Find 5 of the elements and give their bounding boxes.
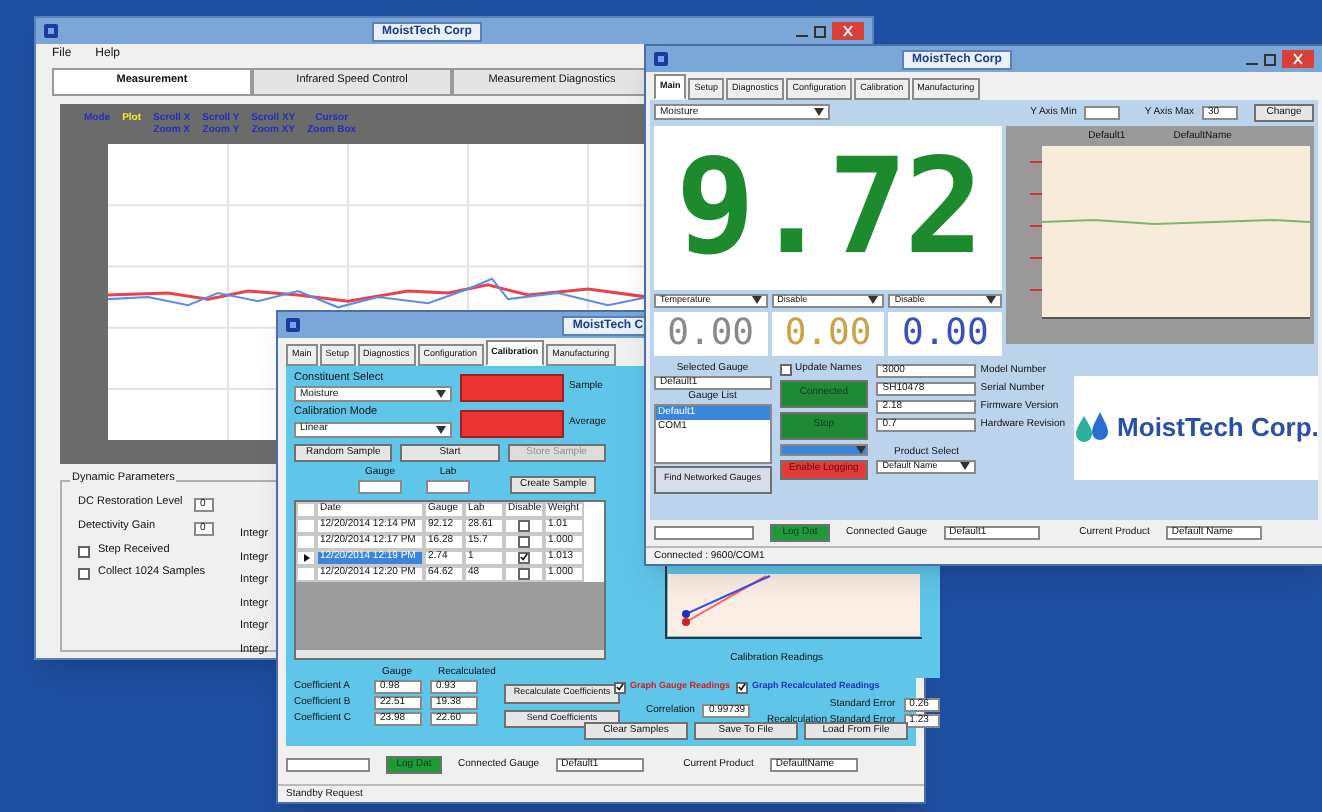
- logo-text: MoistTech Corp.: [1117, 414, 1319, 440]
- reading-display: 0.00: [654, 311, 768, 355]
- reading-display: 0.00: [771, 311, 885, 355]
- reading-display: 9.72: [654, 125, 1002, 289]
- reading-display: 0.00: [888, 311, 1003, 355]
